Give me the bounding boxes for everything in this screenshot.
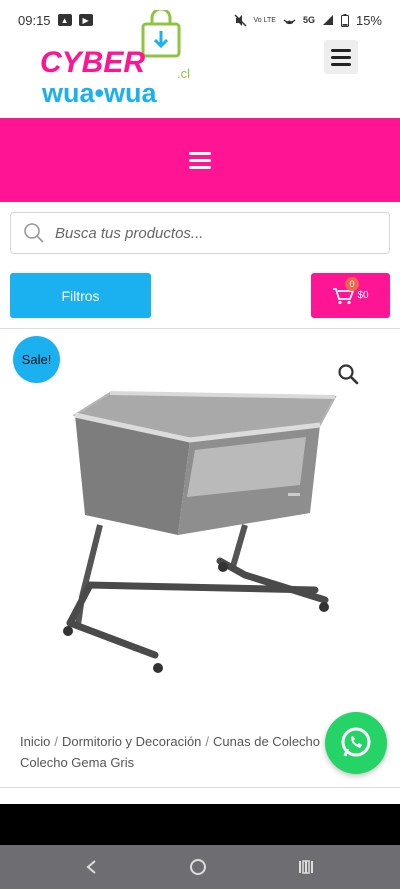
search-icon: [24, 223, 44, 243]
recents-icon[interactable]: [297, 859, 315, 875]
cart-total: $0: [357, 290, 369, 301]
search-box: [10, 212, 390, 254]
logo-wuawua: wua•wua: [41, 78, 157, 108]
product-image[interactable]: [60, 385, 345, 685]
whatsapp-button[interactable]: [325, 712, 387, 774]
whatsapp-icon: [341, 727, 371, 757]
back-icon[interactable]: [85, 859, 99, 875]
home-icon[interactable]: [189, 858, 207, 876]
breadcrumb-item-inicio[interactable]: Inicio: [20, 734, 50, 749]
filters-label: Filtros: [61, 287, 100, 304]
site-header: CYBER wua•wua .cl: [0, 6, 400, 114]
logo-domain: .cl: [177, 66, 190, 81]
logo-cyber: CYBER: [40, 46, 145, 79]
header-menu-button[interactable]: [324, 40, 358, 74]
black-band: [0, 804, 400, 845]
breadcrumb-item-cunas[interactable]: Cunas de Colecho: [213, 734, 320, 749]
zoom-icon[interactable]: [336, 362, 360, 386]
search-input[interactable]: [55, 224, 355, 242]
sale-badge-label: Sale!: [21, 352, 52, 367]
divider: [0, 328, 400, 329]
sale-badge: Sale!: [13, 336, 60, 383]
system-nav-bar: [0, 845, 400, 889]
nav-menu-icon[interactable]: [189, 151, 211, 169]
cart-button[interactable]: 0 $0: [311, 273, 390, 318]
main-nav-bar: [0, 118, 400, 202]
cart-count-badge: 0: [345, 277, 359, 291]
divider: [0, 787, 400, 788]
site-logo[interactable]: CYBER wua•wua .cl: [38, 10, 203, 110]
breadcrumb-item-dormitorio[interactable]: Dormitorio y Decoración: [62, 734, 201, 749]
filters-button[interactable]: Filtros: [10, 273, 151, 318]
